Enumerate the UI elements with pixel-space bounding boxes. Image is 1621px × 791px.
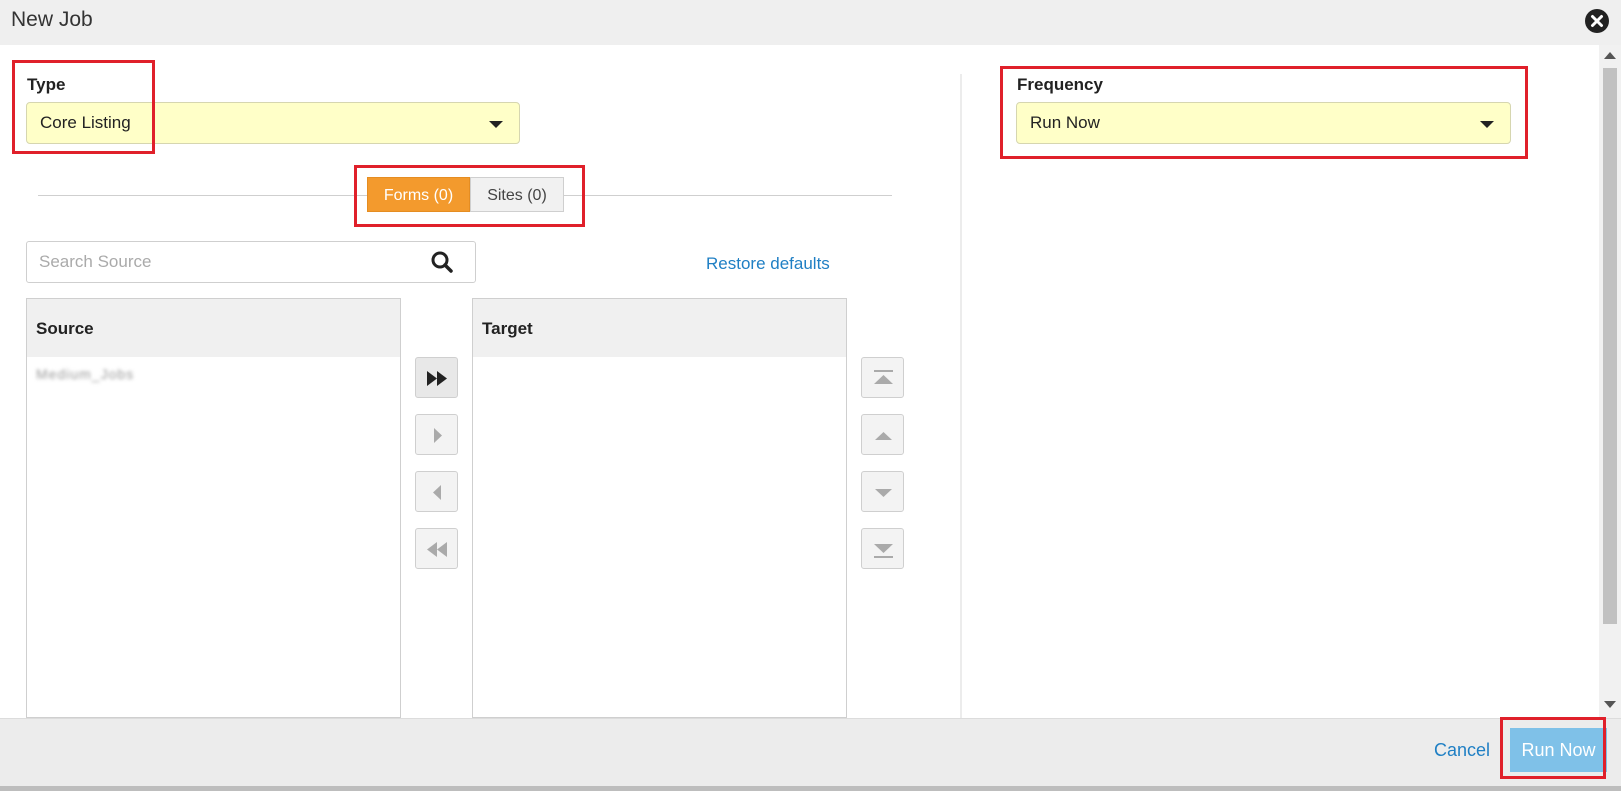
dialog-title: New Job: [11, 8, 93, 31]
scrollbar-thumb[interactable]: [1603, 68, 1617, 624]
dialog-footer: [0, 718, 1621, 791]
move-to-top-button[interactable]: [861, 357, 904, 398]
tab-sites[interactable]: Sites (0): [470, 177, 564, 212]
frequency-select[interactable]: Run Now: [1016, 102, 1511, 144]
move-down-button[interactable]: [861, 471, 904, 512]
move-left-button[interactable]: [415, 471, 458, 512]
frequency-select-value: Run Now: [1030, 113, 1100, 132]
fast-forward-icon: [427, 371, 447, 386]
footer-edge: [0, 786, 1621, 791]
cancel-button[interactable]: Cancel: [1434, 740, 1490, 761]
frequency-label: Frequency: [1017, 75, 1103, 94]
close-button[interactable]: [1585, 9, 1609, 33]
tab-forms[interactable]: Forms (0): [367, 177, 470, 212]
scroll-down-icon[interactable]: [1604, 701, 1616, 708]
move-to-bottom-button[interactable]: [861, 528, 904, 569]
chevron-down-icon: [1480, 121, 1494, 128]
target-header: Target: [473, 299, 846, 357]
restore-defaults-link[interactable]: Restore defaults: [706, 254, 830, 274]
move-to-bottom-icon: [874, 544, 893, 558]
search-input[interactable]: [39, 250, 399, 274]
scroll-up-icon[interactable]: [1604, 52, 1616, 59]
move-to-top-icon: [874, 370, 893, 384]
source-item[interactable]: Medium_Jobs: [36, 366, 134, 382]
search-box: [26, 241, 476, 283]
arrow-right-icon: [434, 428, 442, 443]
move-right-button[interactable]: [415, 414, 458, 455]
type-select[interactable]: Core Listing: [26, 102, 520, 144]
arrow-up-icon: [875, 432, 892, 440]
dialog-header: New Job: [0, 0, 1621, 45]
chevron-down-icon: [489, 121, 503, 128]
arrow-down-icon: [875, 489, 892, 497]
type-select-value: Core Listing: [40, 113, 131, 132]
run-now-button[interactable]: Run Now: [1510, 728, 1607, 772]
move-all-right-button[interactable]: [415, 357, 458, 398]
type-label: Type: [27, 75, 66, 94]
close-icon: [1591, 15, 1603, 27]
arrow-left-icon: [433, 485, 441, 500]
panel-divider: [960, 74, 962, 718]
move-all-left-button[interactable]: [415, 528, 458, 569]
move-up-button[interactable]: [861, 414, 904, 455]
search-icon[interactable]: [430, 250, 454, 274]
target-list: Target: [472, 298, 847, 718]
source-header: Source: [27, 299, 400, 357]
source-list: Source Medium_Jobs: [26, 298, 401, 718]
rewind-icon: [427, 542, 447, 557]
